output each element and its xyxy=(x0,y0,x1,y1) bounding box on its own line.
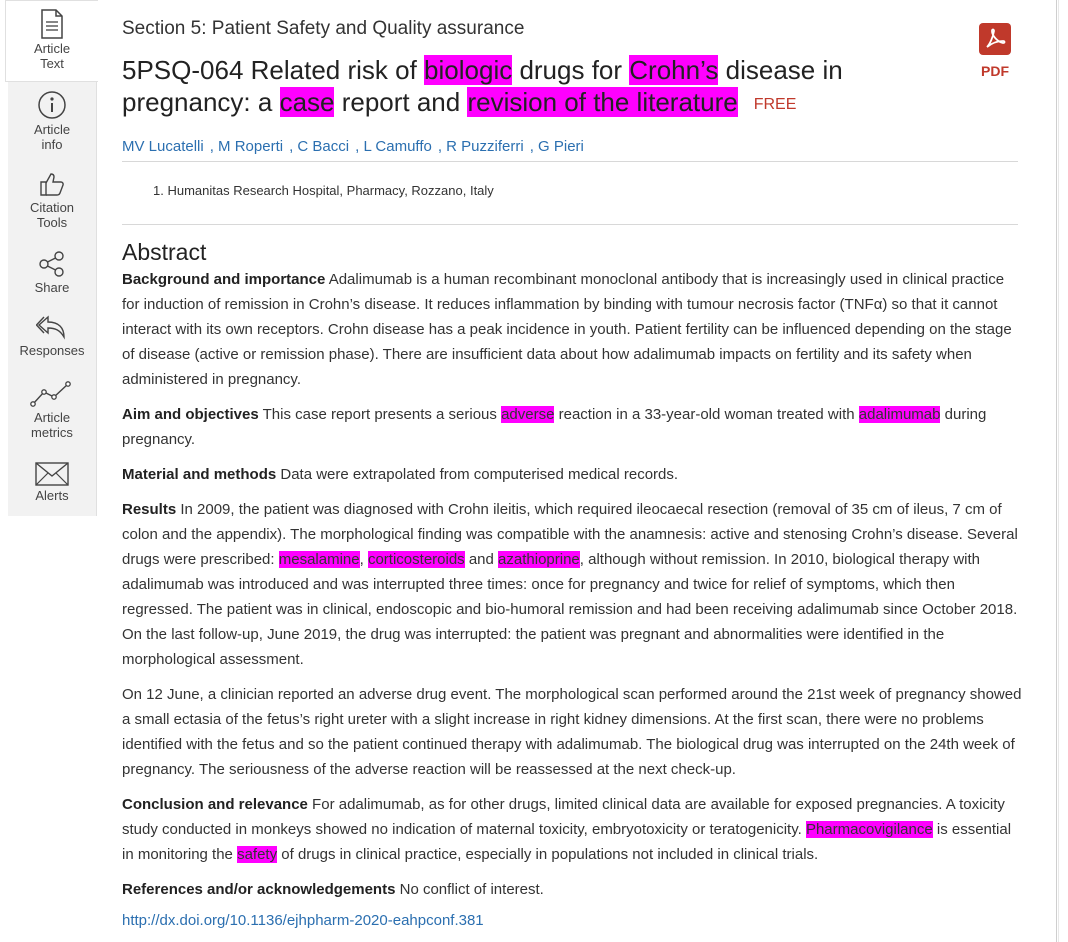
envelope-icon xyxy=(35,462,69,486)
panel-border xyxy=(1058,0,1059,942)
sidebar-item-label: Alerts xyxy=(35,488,69,503)
abstract-subheading: Material and methods xyxy=(122,466,277,483)
abstract-text: Adalimumab is a human recombinant monocl… xyxy=(122,271,1012,388)
article-sidebar: Article Text Article info Citation Tools… xyxy=(5,0,98,516)
title-highlight: Crohn’s xyxy=(629,55,719,85)
abstract-text: Data were extrapolated from computerised… xyxy=(276,466,679,483)
author-separator: , xyxy=(355,138,360,155)
author-separator: , xyxy=(437,138,442,155)
abstract-aim: Aim and objectives This case report pres… xyxy=(122,402,1022,452)
divider xyxy=(122,224,1018,225)
text-highlight: azathioprine xyxy=(498,551,580,568)
sidebar-item-article-metrics[interactable]: Article metrics xyxy=(8,380,96,440)
abstract-text: On 12 June, a clinician reported an adve… xyxy=(122,686,1022,778)
reply-icon xyxy=(36,315,65,340)
sidebar-item-label: Share xyxy=(34,280,70,295)
title-text: report and xyxy=(334,87,468,117)
title-highlight: revision of the literature xyxy=(467,87,738,117)
abstract-text: No conflict of interest. xyxy=(395,881,544,898)
sidebar-item-alerts[interactable]: Alerts xyxy=(8,462,96,503)
author-link[interactable]: C Bacci xyxy=(297,138,349,155)
metrics-icon xyxy=(30,381,71,407)
text-highlight: mesalamine xyxy=(278,551,360,568)
author-link[interactable]: L Camuffo xyxy=(363,138,431,155)
doi-link[interactable]: http://dx.doi.org/10.1136/ejhpharm-2020-… xyxy=(122,912,484,929)
affiliation: 1. Humanitas Research Hospital, Pharmacy… xyxy=(153,183,494,198)
title-highlight: biologic xyxy=(424,55,513,85)
sidebar-item-label: Article Text xyxy=(33,41,71,71)
article-title: 5PSQ-064 Related risk of biologic drugs … xyxy=(122,54,862,121)
sidebar-item-article-info[interactable]: Article info xyxy=(8,90,96,152)
abstract-text: reaction in a 33-year-old woman treated … xyxy=(554,406,859,423)
pdf-label: PDF xyxy=(981,63,1009,79)
share-icon xyxy=(39,251,64,277)
abstract-subheading: References and/or acknowledgements xyxy=(122,881,396,898)
text-highlight: corticosteroids xyxy=(367,551,465,568)
abstract-subheading: Results xyxy=(122,501,177,518)
author-separator: , xyxy=(209,138,214,155)
sidebar-item-label: Responses xyxy=(19,343,85,358)
section-heading: Section 5: Patient Safety and Quality as… xyxy=(122,18,525,39)
abstract-conclusion: Conclusion and relevance For adalimumab,… xyxy=(122,792,1022,867)
author-separator: , xyxy=(529,138,534,155)
free-badge: FREE xyxy=(753,96,797,113)
text-highlight: Pharmacovigilance xyxy=(805,821,933,838)
abstract-heading: Abstract xyxy=(122,239,207,265)
text-highlight: adverse xyxy=(501,406,555,423)
text-highlight: safety xyxy=(237,846,278,863)
title-text: drugs for xyxy=(512,55,630,85)
author-link[interactable]: R Puzziferri xyxy=(446,138,524,155)
pdf-download-button[interactable]: PDF xyxy=(975,22,1015,79)
panel-border xyxy=(1056,0,1057,942)
sidebar-item-article-text[interactable]: Article Text xyxy=(5,0,98,82)
abstract-text: and xyxy=(464,551,499,568)
pdf-icon xyxy=(979,23,1011,55)
sidebar-item-citation-tools[interactable]: Citation Tools xyxy=(8,170,96,230)
sidebar-item-share[interactable]: Share xyxy=(8,250,96,295)
document-icon xyxy=(41,9,63,39)
abstract-subheading: Aim and objectives xyxy=(122,406,259,423)
info-icon xyxy=(38,91,66,119)
divider xyxy=(122,161,1018,162)
sidebar-item-label: Article info xyxy=(33,122,71,152)
abstract-subheading: Background and importance xyxy=(122,271,326,288)
author-link[interactable]: M Roperti xyxy=(218,138,283,155)
abstract-text: , xyxy=(359,551,368,568)
sidebar-item-label: Article metrics xyxy=(31,410,73,440)
abstract-background: Background and importance Adalimumab is … xyxy=(122,267,1022,392)
title-text: 5PSQ-064 Related risk of xyxy=(122,55,425,85)
title-highlight: case xyxy=(279,87,335,117)
abstract-text: This case report presents a serious xyxy=(258,406,502,423)
author-link[interactable]: G Pieri xyxy=(538,138,584,155)
sidebar-item-responses[interactable]: Responses xyxy=(8,313,96,358)
author-link[interactable]: MV Lucatelli xyxy=(122,138,204,155)
text-highlight: adalimumab xyxy=(858,406,941,423)
author-list: MV Lucatelli, M Roperti, C Bacci, L Camu… xyxy=(122,138,590,155)
abstract-text: of drugs in clinical practice, especiall… xyxy=(277,846,819,863)
abstract-subheading: Conclusion and relevance xyxy=(122,796,308,813)
abstract-references: References and/or acknowledgements No co… xyxy=(122,877,1022,902)
author-separator: , xyxy=(289,138,294,155)
abstract-methods: Material and methods Data were extrapola… xyxy=(122,462,1022,487)
abstract-text: , although without remission. In 2010, b… xyxy=(122,551,1018,668)
abstract-results: Results In 2009, the patient was diagnos… xyxy=(122,497,1022,672)
abstract-results-continued: On 12 June, a clinician reported an adve… xyxy=(122,682,1022,782)
thumbs-up-icon xyxy=(40,173,64,196)
sidebar-item-label: Citation Tools xyxy=(29,200,75,230)
